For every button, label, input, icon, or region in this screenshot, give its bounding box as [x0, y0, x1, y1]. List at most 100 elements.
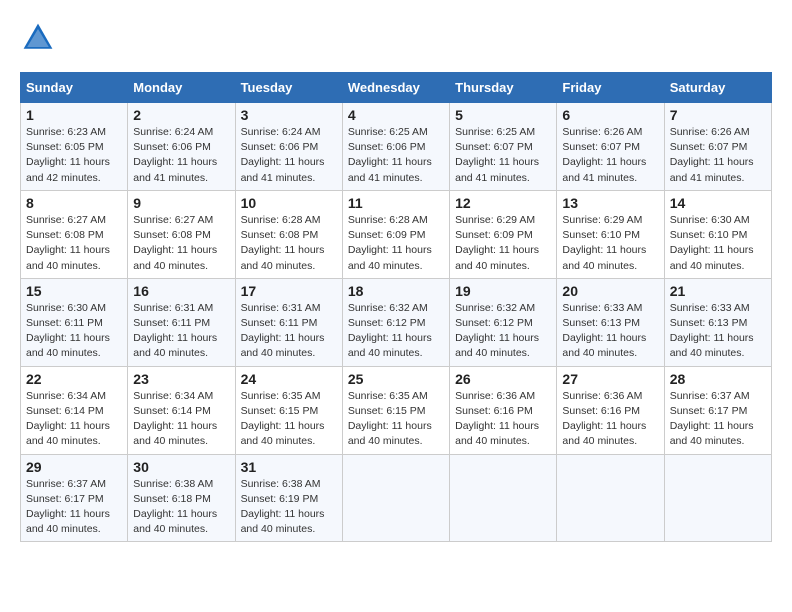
- table-row: 1 Sunrise: 6:23 AMSunset: 6:05 PMDayligh…: [21, 103, 128, 191]
- day-info: Sunrise: 6:28 AMSunset: 6:09 PMDaylight:…: [348, 214, 432, 272]
- page-header: [20, 20, 772, 56]
- day-number: 7: [670, 107, 766, 123]
- day-info: Sunrise: 6:24 AMSunset: 6:06 PMDaylight:…: [133, 126, 217, 184]
- table-row: 4 Sunrise: 6:25 AMSunset: 6:06 PMDayligh…: [342, 103, 449, 191]
- day-info: Sunrise: 6:34 AMSunset: 6:14 PMDaylight:…: [26, 390, 110, 448]
- day-info: Sunrise: 6:37 AMSunset: 6:17 PMDaylight:…: [670, 390, 754, 448]
- day-info: Sunrise: 6:32 AMSunset: 6:12 PMDaylight:…: [455, 302, 539, 360]
- day-info: Sunrise: 6:38 AMSunset: 6:19 PMDaylight:…: [241, 478, 325, 536]
- day-info: Sunrise: 6:34 AMSunset: 6:14 PMDaylight:…: [133, 390, 217, 448]
- day-number: 11: [348, 195, 444, 211]
- day-number: 13: [562, 195, 658, 211]
- day-info: Sunrise: 6:24 AMSunset: 6:06 PMDaylight:…: [241, 126, 325, 184]
- day-info: Sunrise: 6:28 AMSunset: 6:08 PMDaylight:…: [241, 214, 325, 272]
- table-row: [450, 454, 557, 542]
- day-info: Sunrise: 6:29 AMSunset: 6:10 PMDaylight:…: [562, 214, 646, 272]
- day-number: 10: [241, 195, 337, 211]
- day-info: Sunrise: 6:36 AMSunset: 6:16 PMDaylight:…: [562, 390, 646, 448]
- day-info: Sunrise: 6:36 AMSunset: 6:16 PMDaylight:…: [455, 390, 539, 448]
- table-row: 23 Sunrise: 6:34 AMSunset: 6:14 PMDaylig…: [128, 366, 235, 454]
- day-info: Sunrise: 6:33 AMSunset: 6:13 PMDaylight:…: [670, 302, 754, 360]
- table-row: 2 Sunrise: 6:24 AMSunset: 6:06 PMDayligh…: [128, 103, 235, 191]
- day-info: Sunrise: 6:27 AMSunset: 6:08 PMDaylight:…: [26, 214, 110, 272]
- day-number: 16: [133, 283, 229, 299]
- table-row: 16 Sunrise: 6:31 AMSunset: 6:11 PMDaylig…: [128, 278, 235, 366]
- calendar-week-row: 22 Sunrise: 6:34 AMSunset: 6:14 PMDaylig…: [21, 366, 772, 454]
- table-row: 14 Sunrise: 6:30 AMSunset: 6:10 PMDaylig…: [664, 190, 771, 278]
- table-row: 9 Sunrise: 6:27 AMSunset: 6:08 PMDayligh…: [128, 190, 235, 278]
- day-number: 6: [562, 107, 658, 123]
- day-number: 23: [133, 371, 229, 387]
- day-info: Sunrise: 6:37 AMSunset: 6:17 PMDaylight:…: [26, 478, 110, 536]
- table-row: 21 Sunrise: 6:33 AMSunset: 6:13 PMDaylig…: [664, 278, 771, 366]
- day-info: Sunrise: 6:27 AMSunset: 6:08 PMDaylight:…: [133, 214, 217, 272]
- table-row: 19 Sunrise: 6:32 AMSunset: 6:12 PMDaylig…: [450, 278, 557, 366]
- day-number: 1: [26, 107, 122, 123]
- table-row: 6 Sunrise: 6:26 AMSunset: 6:07 PMDayligh…: [557, 103, 664, 191]
- day-info: Sunrise: 6:31 AMSunset: 6:11 PMDaylight:…: [241, 302, 325, 360]
- day-info: Sunrise: 6:30 AMSunset: 6:11 PMDaylight:…: [26, 302, 110, 360]
- day-info: Sunrise: 6:31 AMSunset: 6:11 PMDaylight:…: [133, 302, 217, 360]
- table-row: [664, 454, 771, 542]
- day-number: 9: [133, 195, 229, 211]
- day-number: 4: [348, 107, 444, 123]
- weekday-header-friday: Friday: [557, 73, 664, 103]
- calendar-table: SundayMondayTuesdayWednesdayThursdayFrid…: [20, 72, 772, 542]
- day-number: 14: [670, 195, 766, 211]
- day-number: 22: [26, 371, 122, 387]
- day-number: 19: [455, 283, 551, 299]
- table-row: [557, 454, 664, 542]
- table-row: 11 Sunrise: 6:28 AMSunset: 6:09 PMDaylig…: [342, 190, 449, 278]
- table-row: 17 Sunrise: 6:31 AMSunset: 6:11 PMDaylig…: [235, 278, 342, 366]
- day-info: Sunrise: 6:38 AMSunset: 6:18 PMDaylight:…: [133, 478, 217, 536]
- table-row: 31 Sunrise: 6:38 AMSunset: 6:19 PMDaylig…: [235, 454, 342, 542]
- table-row: 13 Sunrise: 6:29 AMSunset: 6:10 PMDaylig…: [557, 190, 664, 278]
- day-number: 21: [670, 283, 766, 299]
- table-row: 20 Sunrise: 6:33 AMSunset: 6:13 PMDaylig…: [557, 278, 664, 366]
- day-number: 28: [670, 371, 766, 387]
- day-info: Sunrise: 6:32 AMSunset: 6:12 PMDaylight:…: [348, 302, 432, 360]
- day-info: Sunrise: 6:33 AMSunset: 6:13 PMDaylight:…: [562, 302, 646, 360]
- day-number: 15: [26, 283, 122, 299]
- calendar-week-row: 1 Sunrise: 6:23 AMSunset: 6:05 PMDayligh…: [21, 103, 772, 191]
- table-row: 5 Sunrise: 6:25 AMSunset: 6:07 PMDayligh…: [450, 103, 557, 191]
- table-row: 24 Sunrise: 6:35 AMSunset: 6:15 PMDaylig…: [235, 366, 342, 454]
- table-row: 3 Sunrise: 6:24 AMSunset: 6:06 PMDayligh…: [235, 103, 342, 191]
- day-info: Sunrise: 6:29 AMSunset: 6:09 PMDaylight:…: [455, 214, 539, 272]
- table-row: 8 Sunrise: 6:27 AMSunset: 6:08 PMDayligh…: [21, 190, 128, 278]
- day-number: 5: [455, 107, 551, 123]
- day-info: Sunrise: 6:25 AMSunset: 6:07 PMDaylight:…: [455, 126, 539, 184]
- weekday-header-row: SundayMondayTuesdayWednesdayThursdayFrid…: [21, 73, 772, 103]
- day-number: 3: [241, 107, 337, 123]
- table-row: 18 Sunrise: 6:32 AMSunset: 6:12 PMDaylig…: [342, 278, 449, 366]
- weekday-header-wednesday: Wednesday: [342, 73, 449, 103]
- table-row: 30 Sunrise: 6:38 AMSunset: 6:18 PMDaylig…: [128, 454, 235, 542]
- table-row: 28 Sunrise: 6:37 AMSunset: 6:17 PMDaylig…: [664, 366, 771, 454]
- table-row: 26 Sunrise: 6:36 AMSunset: 6:16 PMDaylig…: [450, 366, 557, 454]
- weekday-header-thursday: Thursday: [450, 73, 557, 103]
- day-number: 12: [455, 195, 551, 211]
- table-row: 7 Sunrise: 6:26 AMSunset: 6:07 PMDayligh…: [664, 103, 771, 191]
- day-info: Sunrise: 6:26 AMSunset: 6:07 PMDaylight:…: [670, 126, 754, 184]
- logo-icon: [20, 20, 56, 56]
- day-number: 18: [348, 283, 444, 299]
- table-row: 27 Sunrise: 6:36 AMSunset: 6:16 PMDaylig…: [557, 366, 664, 454]
- day-number: 26: [455, 371, 551, 387]
- weekday-header-sunday: Sunday: [21, 73, 128, 103]
- day-number: 30: [133, 459, 229, 475]
- table-row: 15 Sunrise: 6:30 AMSunset: 6:11 PMDaylig…: [21, 278, 128, 366]
- day-info: Sunrise: 6:25 AMSunset: 6:06 PMDaylight:…: [348, 126, 432, 184]
- table-row: 25 Sunrise: 6:35 AMSunset: 6:15 PMDaylig…: [342, 366, 449, 454]
- table-row: 10 Sunrise: 6:28 AMSunset: 6:08 PMDaylig…: [235, 190, 342, 278]
- weekday-header-tuesday: Tuesday: [235, 73, 342, 103]
- day-number: 17: [241, 283, 337, 299]
- day-info: Sunrise: 6:35 AMSunset: 6:15 PMDaylight:…: [241, 390, 325, 448]
- day-number: 25: [348, 371, 444, 387]
- calendar-week-row: 29 Sunrise: 6:37 AMSunset: 6:17 PMDaylig…: [21, 454, 772, 542]
- day-number: 8: [26, 195, 122, 211]
- logo: [20, 20, 60, 56]
- day-info: Sunrise: 6:26 AMSunset: 6:07 PMDaylight:…: [562, 126, 646, 184]
- weekday-header-saturday: Saturday: [664, 73, 771, 103]
- day-info: Sunrise: 6:35 AMSunset: 6:15 PMDaylight:…: [348, 390, 432, 448]
- table-row: 29 Sunrise: 6:37 AMSunset: 6:17 PMDaylig…: [21, 454, 128, 542]
